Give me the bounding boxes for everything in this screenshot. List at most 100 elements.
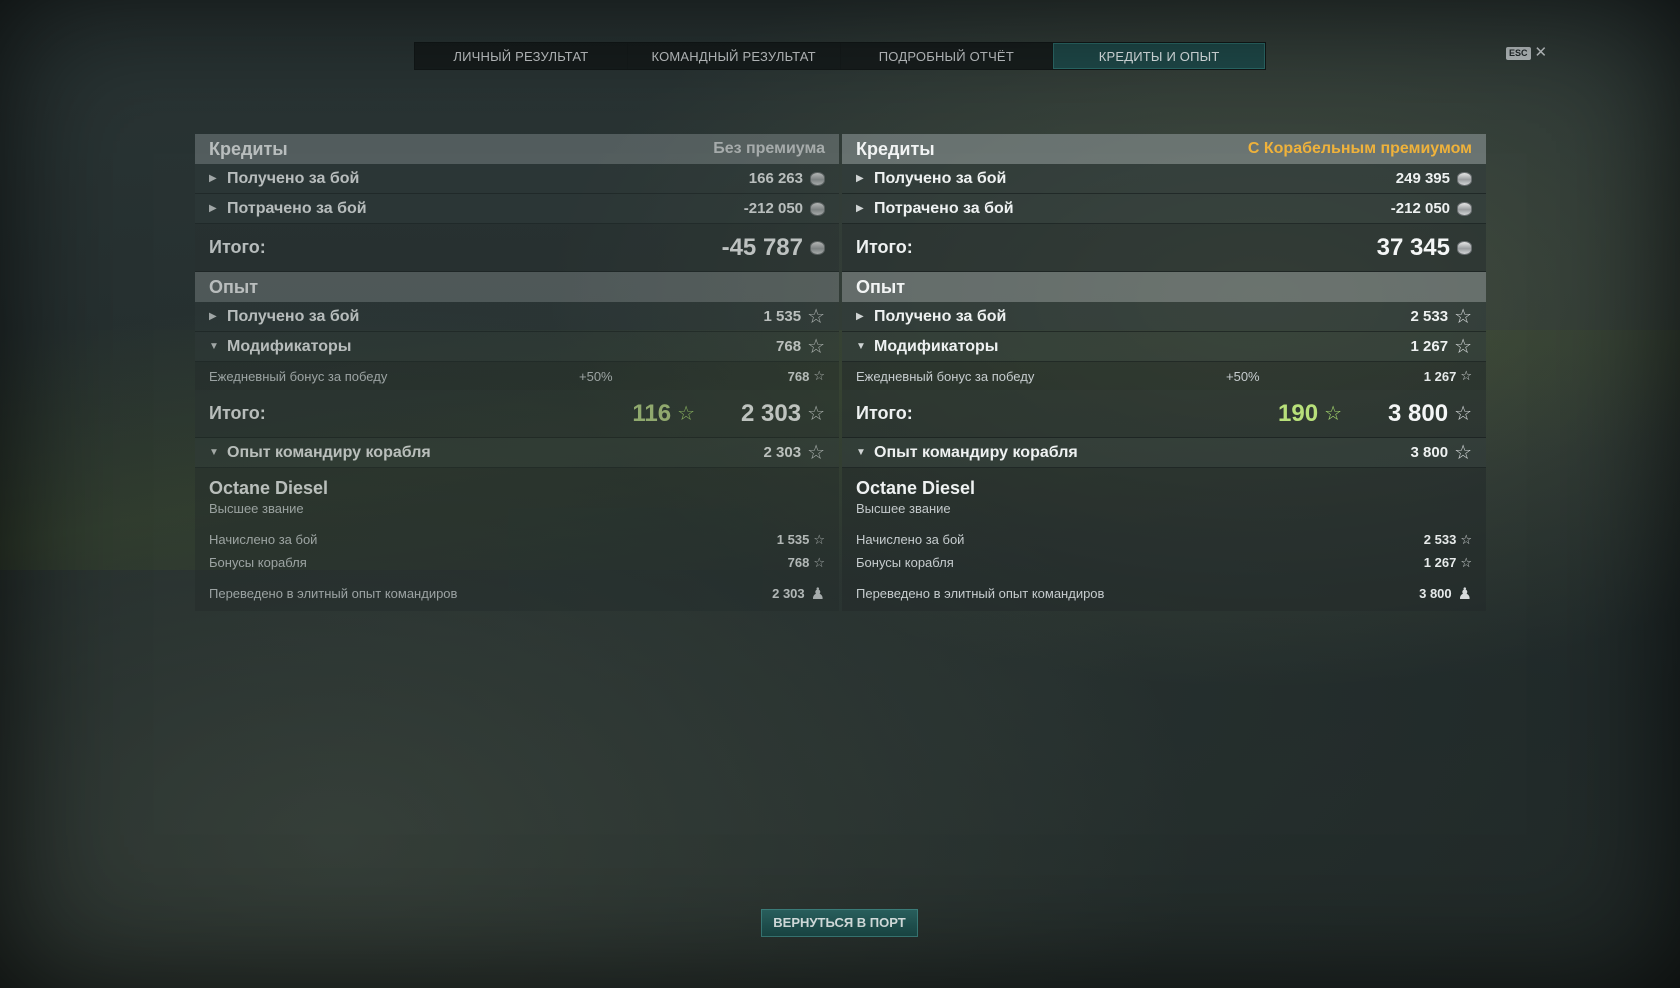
free-xp-value: 190 xyxy=(1278,399,1319,427)
credits-total-value: -45 787 xyxy=(721,233,803,261)
collapse-caret-icon: ▼ xyxy=(209,447,219,458)
commander-xp-row[interactable]: ▼ Опыт командиру корабля 3 800 ☆ xyxy=(842,438,1486,468)
row-label: Потрачено за бой xyxy=(874,199,1014,217)
commander-name: Octane Diesel xyxy=(856,478,976,498)
row-value: 166 263 xyxy=(748,170,803,187)
row-label: Опыт командиру корабля xyxy=(874,443,1078,461)
commander-details: Octane Diesel Высшее звание Начислено за… xyxy=(195,468,839,611)
premium-status: Без премиума xyxy=(713,140,825,157)
xp-header: Опыт xyxy=(195,272,839,302)
total-label: Итого: xyxy=(209,403,266,423)
commander-details: Octane Diesel Высшее звание Начислено за… xyxy=(842,468,1486,611)
close-icon: ✕ xyxy=(1534,44,1548,61)
xp-total-row: Итого: 190 ☆ 3 800 ☆ xyxy=(842,390,1486,438)
accrued-label: Начислено за бой xyxy=(209,532,318,547)
tab-team-result[interactable]: КОМАНДНЫЙ РЕЗУЛЬТАТ xyxy=(628,43,841,69)
total-label: Итого: xyxy=(856,403,913,423)
daily-bonus-value: 768 xyxy=(787,368,810,384)
ship-bonus-value: 1 267 xyxy=(1423,555,1457,570)
credits-total-row: Итого: 37 345 xyxy=(842,224,1486,272)
row-value: 1 267 xyxy=(1410,338,1449,355)
credits-spent-row[interactable]: ▶ Потрачено за бой -212 050 xyxy=(195,194,839,224)
star-icon: ☆ xyxy=(1454,441,1472,464)
accrued-label: Начислено за бой xyxy=(856,532,965,547)
free-xp-star-icon: ☆ xyxy=(677,403,695,426)
commander-xp-row[interactable]: ▼ Опыт командиру корабля 2 303 ☆ xyxy=(195,438,839,468)
credit-coin-icon xyxy=(810,201,825,216)
return-to-port-button[interactable]: ВЕРНУТЬСЯ В ПОРТ xyxy=(761,909,918,937)
row-value: 768 xyxy=(776,338,802,355)
credits-title: Кредиты xyxy=(209,138,288,159)
row-value: 2 303 xyxy=(763,444,802,461)
row-label: Получено за бой xyxy=(874,169,1007,187)
elite-xp-value: 2 303 xyxy=(772,586,805,601)
daily-bonus-row: Ежедневный бонус за победу +50% 1 267 ☆ xyxy=(842,362,1486,390)
daily-bonus-percent: +50% xyxy=(1226,368,1260,384)
credit-coin-icon xyxy=(1457,171,1472,186)
daily-bonus-label: Ежедневный бонус за победу xyxy=(209,368,388,384)
commander-icon: ♟ xyxy=(810,585,825,603)
credits-earned-row[interactable]: ▶ Получено за бой 249 395 xyxy=(842,164,1486,194)
elite-xp-row: Переведено в элитный опыт командиров 3 8… xyxy=(856,582,1472,605)
xp-earned-row[interactable]: ▶ Получено за бой 2 533 ☆ xyxy=(842,302,1486,332)
ship-bonus-label: Бонусы корабля xyxy=(856,555,954,570)
commander-name: Octane Diesel xyxy=(209,478,329,498)
accrued-value: 1 535 xyxy=(776,532,810,547)
credit-coin-icon xyxy=(1457,201,1472,216)
expand-caret-icon: ▶ xyxy=(856,311,864,322)
free-xp-value: 116 xyxy=(632,399,672,427)
credits-header: Кредиты С Корабельным премиумом xyxy=(842,134,1486,164)
star-icon: ☆ xyxy=(807,402,825,425)
row-label: Модификаторы xyxy=(227,337,352,355)
row-value: 2 533 xyxy=(1410,308,1449,325)
commander-rank: Высшее звание xyxy=(856,501,951,516)
star-icon: ☆ xyxy=(1460,531,1472,547)
xp-total-value: 2 303 xyxy=(741,399,802,427)
commander-rank: Высшее звание xyxy=(209,501,304,516)
xp-title: Опыт xyxy=(856,276,906,297)
tab-credits-xp[interactable]: КРЕДИТЫ И ОПЫТ xyxy=(1053,43,1265,69)
free-xp-star-icon: ☆ xyxy=(1324,403,1342,426)
collapse-caret-icon: ▼ xyxy=(856,447,866,458)
xp-total-value: 3 800 xyxy=(1388,399,1449,427)
row-label: Получено за бой xyxy=(227,169,360,187)
star-icon: ☆ xyxy=(813,368,825,383)
star-icon: ☆ xyxy=(807,335,825,358)
credits-total-value: 37 345 xyxy=(1376,233,1450,261)
credits-total-row: Итого: -45 787 xyxy=(195,224,839,272)
credits-earned-row[interactable]: ▶ Получено за бой 166 263 xyxy=(195,164,839,194)
ship-bonus-value: 768 xyxy=(787,555,810,570)
panel-no-premium: Кредиты Без премиума ▶ Получено за бой 1… xyxy=(195,134,839,611)
xp-title: Опыт xyxy=(209,276,259,297)
expand-caret-icon: ▶ xyxy=(209,311,217,322)
credit-coin-icon xyxy=(1457,240,1472,255)
elite-xp-label: Переведено в элитный опыт командиров xyxy=(856,586,1105,601)
expand-caret-icon: ▶ xyxy=(209,173,217,184)
collapse-caret-icon: ▼ xyxy=(209,341,219,352)
expand-caret-icon: ▶ xyxy=(856,203,864,214)
credit-coin-icon xyxy=(810,240,825,255)
row-value: 1 535 xyxy=(763,308,802,325)
xp-modifiers-row[interactable]: ▼ Модификаторы 1 267 ☆ xyxy=(842,332,1486,362)
row-value: 3 800 xyxy=(1410,444,1449,461)
close-button[interactable]: ESC ✕ xyxy=(1506,44,1548,61)
daily-bonus-row: Ежедневный бонус за победу +50% 768 ☆ xyxy=(195,362,839,390)
row-value: -212 050 xyxy=(1390,200,1450,217)
collapse-caret-icon: ▼ xyxy=(856,341,866,352)
ship-bonus-row: Бонусы корабля 768 ☆ xyxy=(209,551,825,574)
credit-coin-icon xyxy=(810,171,825,186)
xp-modifiers-row[interactable]: ▼ Модификаторы 768 ☆ xyxy=(195,332,839,362)
row-value: -212 050 xyxy=(743,200,803,217)
credits-header: Кредиты Без премиума xyxy=(195,134,839,164)
star-icon: ☆ xyxy=(807,305,825,328)
star-icon: ☆ xyxy=(1454,335,1472,358)
tab-detailed-report[interactable]: ПОДРОБНЫЙ ОТЧЁТ xyxy=(841,43,1054,69)
credits-spent-row[interactable]: ▶ Потрачено за бой -212 050 xyxy=(842,194,1486,224)
xp-total-row: Итого: 116 ☆ 2 303 ☆ xyxy=(195,390,839,438)
star-icon: ☆ xyxy=(813,531,825,547)
row-label: Получено за бой xyxy=(227,307,360,325)
xp-earned-row[interactable]: ▶ Получено за бой 1 535 ☆ xyxy=(195,302,839,332)
expand-caret-icon: ▶ xyxy=(856,173,864,184)
star-icon: ☆ xyxy=(1454,305,1472,328)
tab-personal-result[interactable]: ЛИЧНЫЙ РЕЗУЛЬТАТ xyxy=(415,43,628,69)
